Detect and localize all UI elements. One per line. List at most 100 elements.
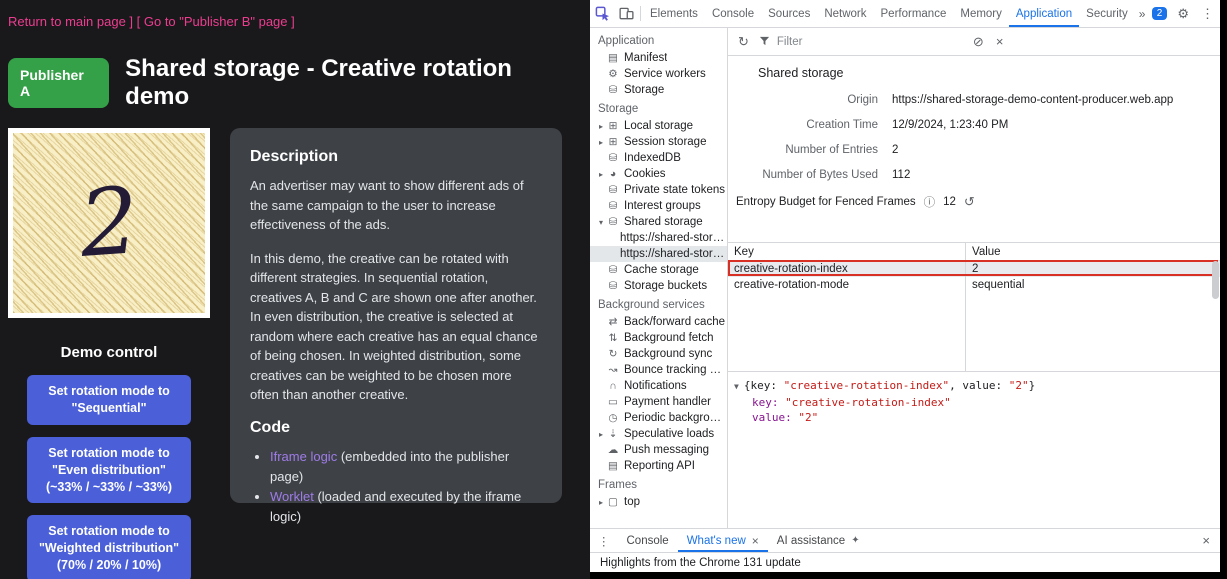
filter-input[interactable] xyxy=(775,35,949,49)
screen: Return to main page ] [ Go to "Publisher… xyxy=(0,0,1227,579)
sidebar-item-bounce-tracking[interactable]: ↝Bounce tracking miti… xyxy=(590,362,727,378)
column-header-value[interactable]: Value xyxy=(965,246,1220,258)
page-header: Publisher A Shared storage - Creative ro… xyxy=(8,55,582,111)
sidebar-item-background-sync[interactable]: ↻Background sync xyxy=(590,346,727,362)
sidebar-section-frames: Frames xyxy=(590,474,727,494)
object-preview-summary: ▼{key: "creative-rotation-index", value:… xyxy=(734,379,1214,392)
tab-console[interactable]: Console xyxy=(705,0,761,27)
panel-title: Shared storage xyxy=(728,56,1220,80)
spark-icon: ✦ xyxy=(851,535,859,546)
iframe-logic-link[interactable]: Iframe logic xyxy=(270,449,337,464)
inspect-icon[interactable] xyxy=(590,6,614,21)
sidebar-item-shared-storage-origin-2[interactable]: https://shared-storage… xyxy=(590,246,727,262)
drawer-tabbar: ⋮ Console What's new × AI assistance ✦ × xyxy=(590,528,1220,552)
delete-selected-icon[interactable]: × xyxy=(990,34,1010,49)
info-icon[interactable]: ⓘ xyxy=(924,194,936,210)
database-icon: ⛁ xyxy=(606,200,620,212)
sidebar-item-local-storage[interactable]: ▸⊞Local storage xyxy=(590,118,727,134)
refresh-icon[interactable]: ↻ xyxy=(732,34,755,50)
field-origin: Origin https://shared-storage-demo-conte… xyxy=(728,94,1220,106)
sidebar-item-notifications[interactable]: ∩Notifications xyxy=(590,378,727,394)
drawer-tab-ai-assistance[interactable]: AI assistance ✦ xyxy=(768,529,869,552)
sidebar-item-cache-storage[interactable]: ⛁Cache storage xyxy=(590,262,727,278)
field-number-of-bytes: Number of Bytes Used 112 xyxy=(728,169,1220,181)
sidebar-item-private-state-tokens[interactable]: ⛁Private state tokens xyxy=(590,182,727,198)
tab-sources[interactable]: Sources xyxy=(761,0,817,27)
kebab-menu-icon[interactable]: ⋮ xyxy=(590,534,618,548)
download-icon: ⇣ xyxy=(606,428,620,440)
reset-icon[interactable]: ↺ xyxy=(964,194,975,210)
creative-digit: 2 xyxy=(77,175,142,271)
tab-performance[interactable]: Performance xyxy=(874,0,954,27)
tab-elements[interactable]: Elements xyxy=(643,0,705,27)
sidebar-item-session-storage[interactable]: ▸⊞Session storage xyxy=(590,134,727,150)
sidebar-item-manifest[interactable]: ▤Manifest xyxy=(590,50,727,66)
tab-memory[interactable]: Memory xyxy=(953,0,1009,27)
sidebar-item-frame-top[interactable]: ▸▢top xyxy=(590,494,727,510)
column-header-key[interactable]: Key xyxy=(728,246,965,258)
page-title: Shared storage - Creative rotation demo xyxy=(125,55,582,111)
nav-end-bracket: ] xyxy=(288,14,295,29)
database-icon: ⛁ xyxy=(606,264,620,276)
manifest-file-icon: ▤ xyxy=(606,52,620,64)
close-drawer-icon[interactable]: × xyxy=(1192,533,1220,548)
sidebar-item-interest-groups[interactable]: ⛁Interest groups xyxy=(590,198,727,214)
code-list: Iframe logic (embedded into the publishe… xyxy=(270,447,542,528)
column-divider[interactable] xyxy=(965,243,966,371)
cloud-icon: ☁ xyxy=(606,444,620,456)
description-paragraph: An advertiser may want to show different… xyxy=(250,176,542,235)
list-item: Iframe logic (embedded into the publishe… xyxy=(270,447,542,487)
tab-application[interactable]: Application xyxy=(1009,0,1079,27)
device-toolbar-icon[interactable] xyxy=(614,6,638,21)
sidebar-item-payment-handler[interactable]: ▭Payment handler xyxy=(590,394,727,410)
scrollbar-thumb[interactable] xyxy=(1212,261,1219,299)
return-main-link[interactable]: Return to main page xyxy=(8,14,126,29)
issues-badge[interactable]: 2 xyxy=(1152,7,1168,20)
sidebar-item-indexeddb[interactable]: ⛁IndexedDB xyxy=(590,150,727,166)
sidebar-item-shared-storage-origin-1[interactable]: https://shared-storage… xyxy=(590,230,727,246)
sidebar-item-reporting-api[interactable]: ▤Reporting API xyxy=(590,458,727,474)
sidebar-item-service-workers[interactable]: ⚙Service workers xyxy=(590,66,727,82)
code-heading: Code xyxy=(250,419,542,437)
sidebar-item-push-messaging[interactable]: ☁Push messaging xyxy=(590,442,727,458)
tab-network[interactable]: Network xyxy=(817,0,873,27)
bounce-icon: ↝ xyxy=(606,364,620,376)
drawer-tab-console[interactable]: Console xyxy=(618,529,678,552)
nav-links: Return to main page ] [ Go to "Publisher… xyxy=(0,0,590,29)
sidebar-item-storage-buckets[interactable]: ⛁Storage buckets xyxy=(590,278,727,294)
publisher-b-link[interactable]: Go to "Publisher B" page xyxy=(144,14,288,29)
set-sequential-button[interactable]: Set rotation mode to "Sequential" xyxy=(27,375,191,425)
sidebar-item-cookies[interactable]: ▸◕Cookies xyxy=(590,166,727,182)
table-icon: ⊞ xyxy=(606,120,620,132)
whats-new-status: Highlights from the Chrome 131 update xyxy=(590,552,1220,572)
more-tabs-icon[interactable]: » xyxy=(1135,7,1150,21)
gear-icon: ⚙ xyxy=(606,68,620,80)
tab-security[interactable]: Security xyxy=(1079,0,1135,27)
database-icon: ⛁ xyxy=(606,152,620,164)
drawer-tab-whats-new[interactable]: What's new × xyxy=(678,529,768,552)
sidebar-section-background-services: Background services xyxy=(590,294,727,314)
table-row-creative-rotation-mode[interactable]: creative-rotation-mode sequential xyxy=(728,277,1220,293)
table-icon: ⊞ xyxy=(606,136,620,148)
sidebar-item-background-fetch[interactable]: ⇅Background fetch xyxy=(590,330,727,346)
table-row-creative-rotation-index[interactable]: creative-rotation-index 2 xyxy=(728,261,1220,277)
table-scrollbar[interactable] xyxy=(1211,261,1220,369)
kebab-menu-icon[interactable]: ⋮ xyxy=(1195,6,1220,22)
clear-all-icon[interactable]: ⊘ xyxy=(967,34,990,50)
sidebar-section-application: Application xyxy=(590,30,727,50)
sidebar-item-back-forward-cache[interactable]: ⇄Back/forward cache xyxy=(590,314,727,330)
worklet-link[interactable]: Worklet xyxy=(270,489,314,504)
set-weighted-distribution-button[interactable]: Set rotation mode to "Weighted distribut… xyxy=(27,515,191,579)
shared-storage-view: ↻ ⊘ × Shared storage Origin https://shar… xyxy=(728,28,1220,528)
demo-control-heading: Demo control xyxy=(8,344,210,361)
set-even-distribution-button[interactable]: Set rotation mode to "Even distribution"… xyxy=(27,437,191,504)
bell-icon: ∩ xyxy=(606,380,620,392)
gear-icon[interactable]: ⚙ xyxy=(1171,6,1195,22)
collapse-arrow[interactable]: ▼ xyxy=(734,382,739,391)
close-icon[interactable]: × xyxy=(752,534,759,548)
sidebar-item-periodic-background-sync[interactable]: ◷Periodic backgroun… xyxy=(590,410,727,426)
sidebar-item-shared-storage[interactable]: ▾⛁Shared storage xyxy=(590,214,727,230)
sidebar-item-speculative-loads[interactable]: ▸⇣Speculative loads xyxy=(590,426,727,442)
frame-icon: ▢ xyxy=(606,496,620,508)
sidebar-item-storage[interactable]: ⛁Storage xyxy=(590,82,727,98)
